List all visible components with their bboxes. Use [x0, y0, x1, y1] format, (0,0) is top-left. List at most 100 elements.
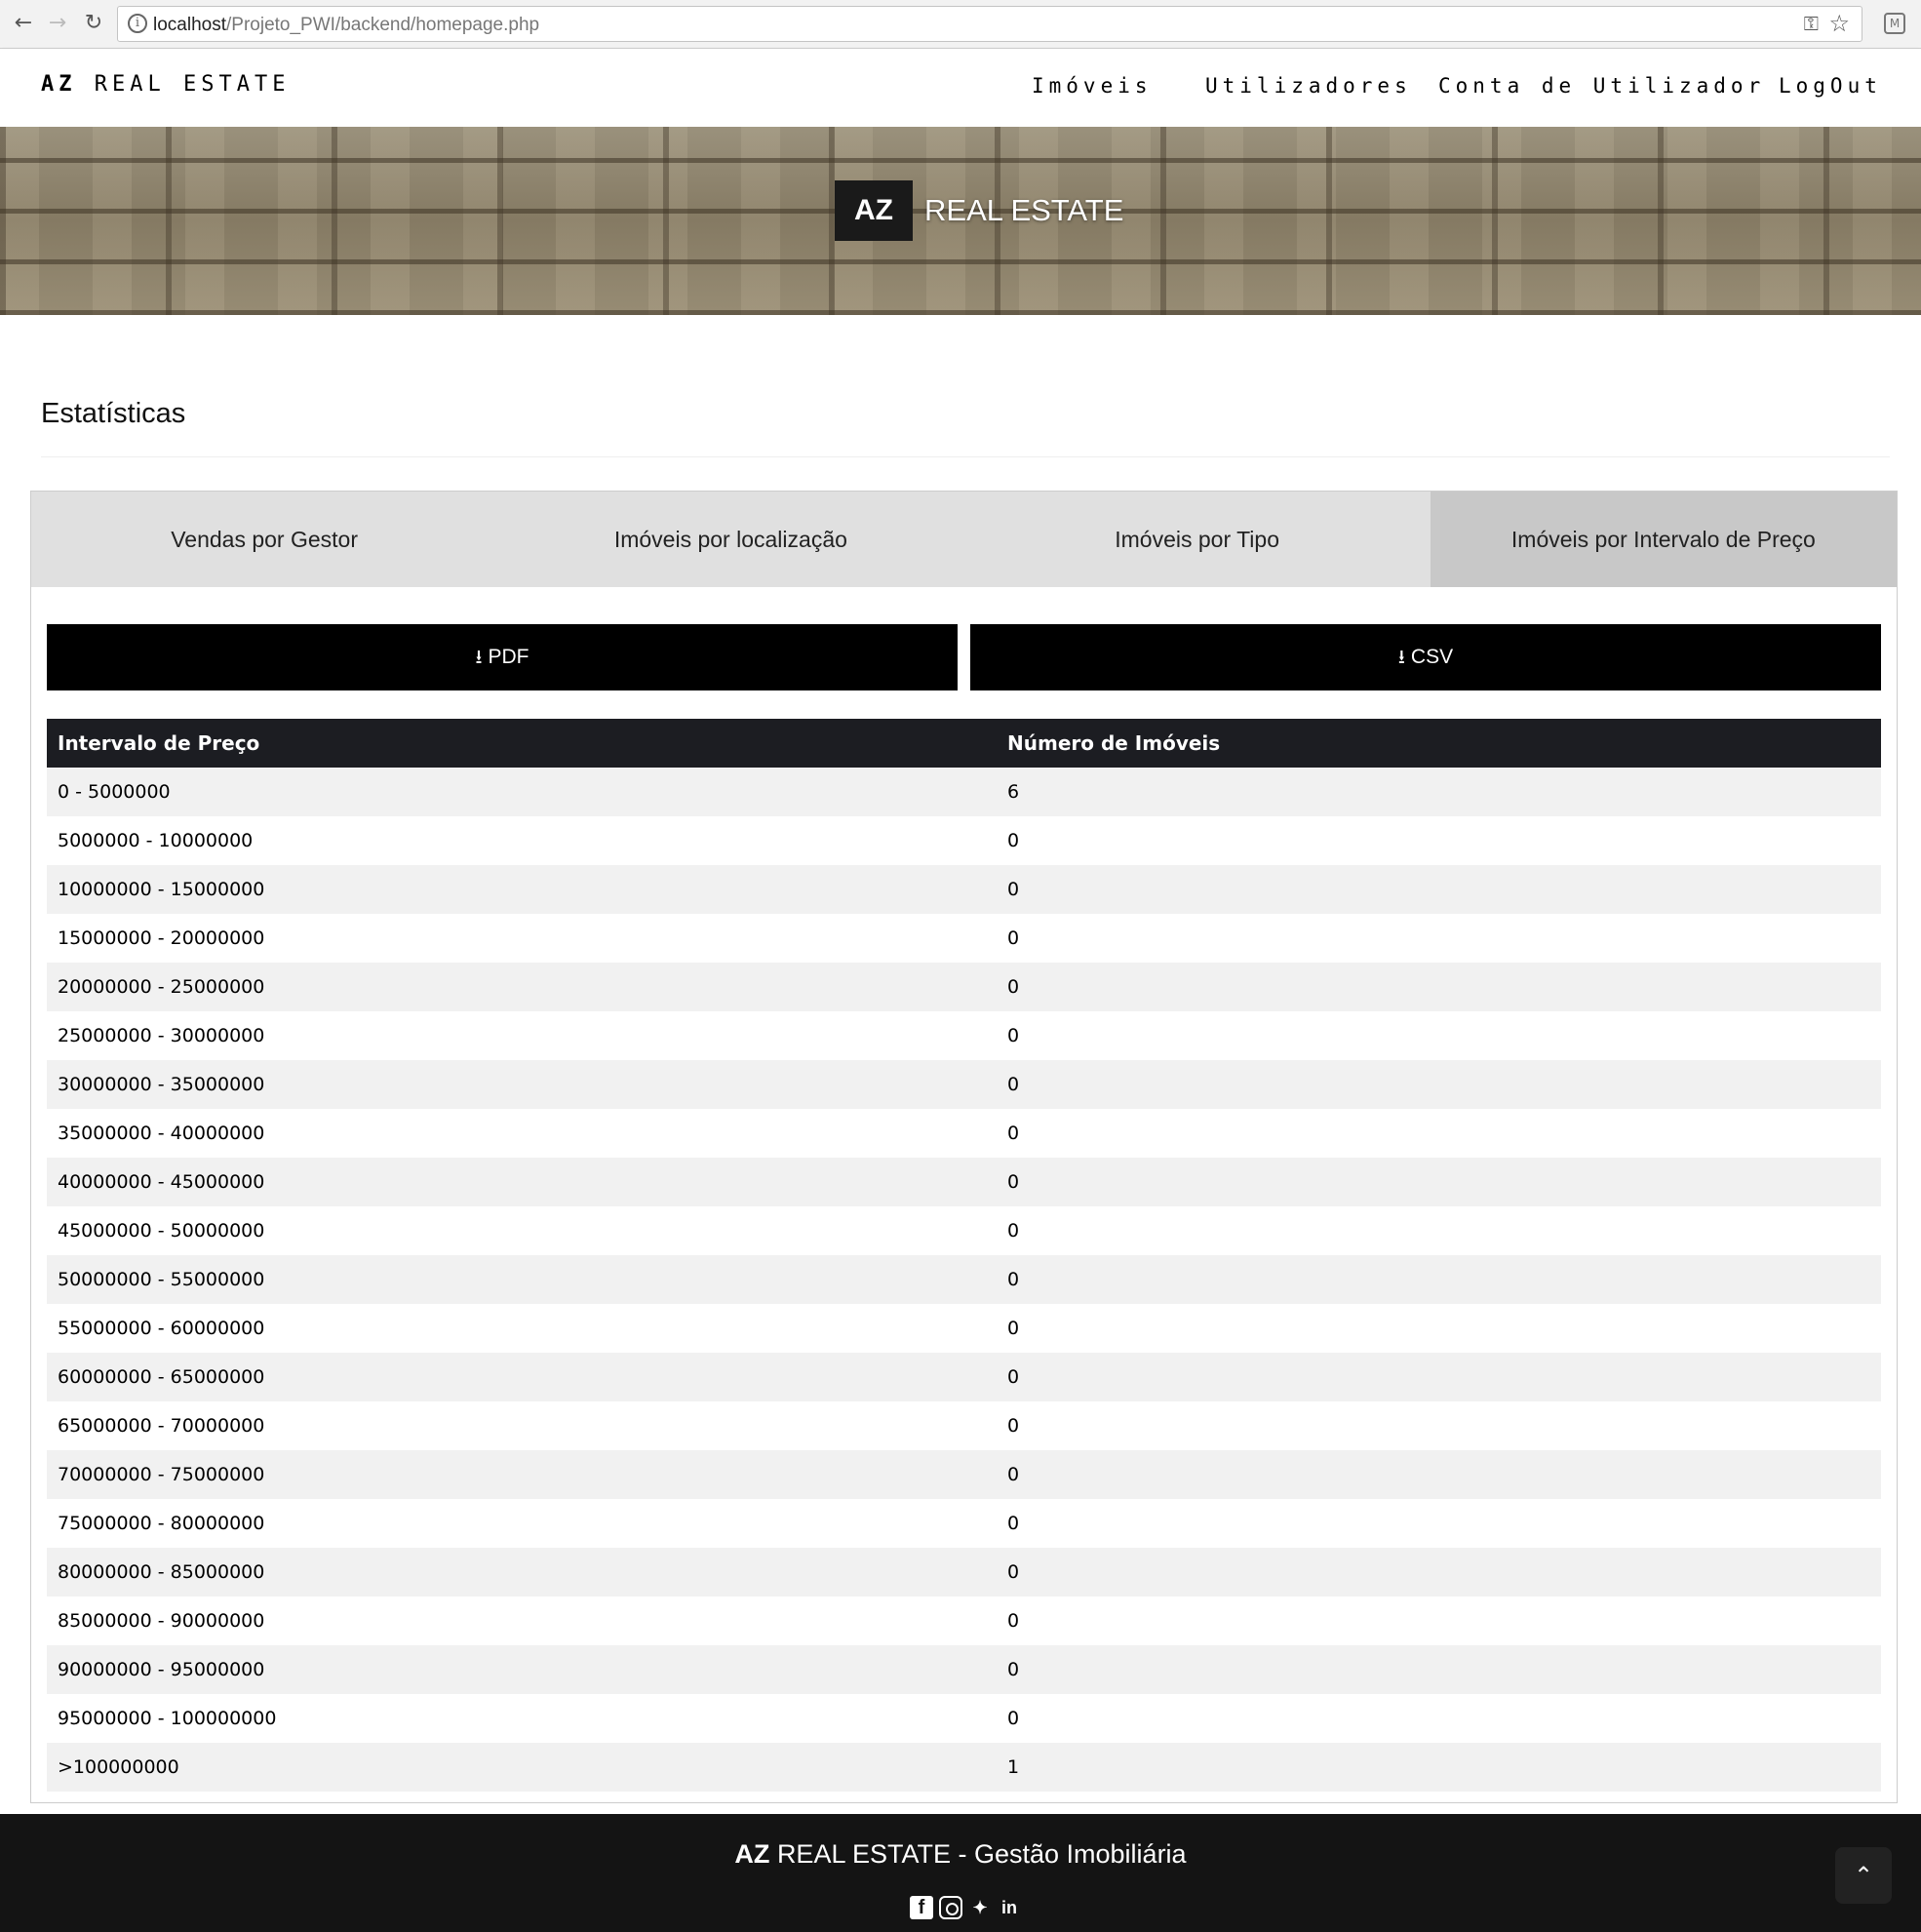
table-row: 0 - 5000000 6: [47, 768, 1881, 816]
export-csv-label: CSV: [1410, 646, 1454, 668]
export-pdf-label: PDF: [488, 646, 529, 668]
nav-item-logout[interactable]: LogOut: [1779, 74, 1882, 98]
hero-logo-text: REAL ESTATE: [924, 193, 1124, 227]
table-row: 40000000 - 45000000 0: [47, 1158, 1881, 1206]
tab-vendas-por-gestor[interactable]: Vendas por Gestor: [31, 492, 497, 587]
key-icon[interactable]: ⚿: [1804, 12, 1819, 35]
cell-property-count: 6: [1007, 781, 1020, 803]
title-divider: [41, 456, 1890, 457]
table-row: 50000000 - 55000000 0: [47, 1255, 1881, 1304]
hero-banner: AZ REAL ESTATE: [0, 127, 1921, 315]
cell-property-count: 0: [1007, 1561, 1020, 1583]
nav-item-conta[interactable]: Conta de Utilizador: [1438, 74, 1765, 98]
table-row: 15000000 - 20000000 0: [47, 914, 1881, 963]
table-row: 65000000 - 70000000 0: [47, 1401, 1881, 1450]
tab-imoveis-por-intervalo-preco[interactable]: Imóveis por Intervalo de Preço: [1430, 492, 1897, 587]
bookmark-star-icon[interactable]: ☆: [1828, 10, 1850, 37]
cell-property-count: 1: [1007, 1756, 1020, 1778]
cell-property-count: 0: [1007, 879, 1020, 900]
table-row: 25000000 - 30000000 0: [47, 1011, 1881, 1060]
forward-arrow-icon[interactable]: →: [44, 10, 71, 37]
cell-property-count: 0: [1007, 1220, 1020, 1242]
cell-property-count: 0: [1007, 1171, 1020, 1193]
export-csv-button[interactable]: ⭳ CSV: [970, 624, 1881, 690]
cell-property-count: 0: [1007, 1025, 1020, 1046]
price-range-table: Intervalo de Preço Número de Imóveis 0 -…: [47, 719, 1881, 1792]
table-header: Intervalo de Preço Número de Imóveis: [47, 719, 1881, 768]
header-numero: Número de Imóveis: [1007, 731, 1221, 755]
cell-price-range: 40000000 - 45000000: [58, 1171, 265, 1193]
table-row: 70000000 - 75000000 0: [47, 1450, 1881, 1499]
instagram-icon[interactable]: [939, 1896, 962, 1919]
tab-bar: Vendas por Gestor Imóveis por localizaçã…: [31, 492, 1897, 587]
tab-imoveis-por-localizacao[interactable]: Imóveis por localização: [497, 492, 963, 587]
table-row: 10000000 - 15000000 0: [47, 865, 1881, 914]
twitter-icon[interactable]: ✦: [968, 1896, 992, 1919]
cell-price-range: 35000000 - 40000000: [58, 1123, 265, 1144]
table-row: 30000000 - 35000000 0: [47, 1060, 1881, 1109]
table-body: 0 - 5000000 6 5000000 - 10000000 0 10000000 …: [47, 768, 1881, 1792]
extension-icon[interactable]: M: [1884, 13, 1905, 34]
info-icon[interactable]: i: [128, 14, 147, 33]
address-bar[interactable]: i localhost/Projeto_PWI/backend/homepage…: [117, 6, 1862, 42]
cell-property-count: 0: [1007, 927, 1020, 949]
cell-price-range: 80000000 - 85000000: [58, 1561, 265, 1583]
social-links: f ✦ in: [910, 1896, 1021, 1919]
cell-property-count: 0: [1007, 1318, 1020, 1339]
table-row: 45000000 - 50000000 0: [47, 1206, 1881, 1255]
hero-logo: AZ REAL ESTATE: [835, 180, 1123, 241]
download-icon: ⭳: [475, 647, 483, 668]
cell-property-count: 0: [1007, 1708, 1020, 1729]
cell-price-range: 45000000 - 50000000: [58, 1220, 265, 1242]
linkedin-icon[interactable]: in: [998, 1896, 1021, 1919]
cell-property-count: 0: [1007, 1123, 1020, 1144]
statistics-panel: Vendas por Gestor Imóveis por localizaçã…: [30, 491, 1898, 1803]
cell-property-count: 0: [1007, 1464, 1020, 1485]
cell-price-range: 70000000 - 75000000: [58, 1464, 265, 1485]
table-row: 95000000 - 100000000 0: [47, 1694, 1881, 1743]
cell-price-range: 85000000 - 90000000: [58, 1610, 265, 1632]
cell-price-range: 90000000 - 95000000: [58, 1659, 265, 1680]
browser-toolbar: ← → ↻ i localhost/Projeto_PWI/backend/ho…: [0, 0, 1921, 49]
export-pdf-button[interactable]: ⭳ PDF: [47, 624, 958, 690]
hero-logo-az: AZ: [835, 180, 913, 241]
page-title: Estatísticas: [41, 398, 186, 429]
tab-imoveis-por-tipo[interactable]: Imóveis por Tipo: [964, 492, 1431, 587]
table-row: 20000000 - 25000000 0: [47, 963, 1881, 1011]
table-row: 85000000 - 90000000 0: [47, 1597, 1881, 1645]
cell-property-count: 0: [1007, 830, 1020, 851]
table-row: 90000000 - 95000000 0: [47, 1645, 1881, 1694]
cell-property-count: 0: [1007, 1269, 1020, 1290]
reload-icon[interactable]: ↻: [80, 10, 107, 37]
cell-price-range: 10000000 - 15000000: [58, 879, 265, 900]
table-row: 5000000 - 10000000 0: [47, 816, 1881, 865]
cell-price-range: 75000000 - 80000000: [58, 1513, 265, 1534]
nav-item-utilizadores[interactable]: Utilizadores: [1205, 74, 1412, 98]
header-intervalo: Intervalo de Preço: [58, 731, 260, 755]
cell-price-range: >100000000: [58, 1756, 179, 1778]
back-arrow-icon[interactable]: ←: [10, 10, 37, 37]
table-row: 75000000 - 80000000 0: [47, 1499, 1881, 1548]
brand-logo[interactable]: AZ REAL ESTATE: [41, 72, 290, 97]
nav-item-imoveis[interactable]: Imóveis: [1032, 74, 1153, 98]
facebook-icon[interactable]: f: [910, 1896, 933, 1919]
top-navbar: AZ REAL ESTATE Imóveis Utilizadores Cont…: [0, 49, 1921, 127]
cell-price-range: 0 - 5000000: [58, 781, 171, 803]
address-url: localhost/Projeto_PWI/backend/homepage.p…: [153, 15, 540, 35]
footer-title: AZ REAL ESTATE - Gestão Imobiliária: [734, 1839, 1187, 1869]
cell-property-count: 0: [1007, 1513, 1020, 1534]
table-row: 55000000 - 60000000 0: [47, 1304, 1881, 1353]
cell-price-range: 50000000 - 55000000: [58, 1269, 265, 1290]
download-icon: ⭳: [1397, 647, 1405, 668]
cell-price-range: 55000000 - 60000000: [58, 1318, 265, 1339]
footer: AZ REAL ESTATE - Gestão Imobiliária f ✦ …: [0, 1814, 1921, 1932]
cell-price-range: 25000000 - 30000000: [58, 1025, 265, 1046]
cell-price-range: 60000000 - 65000000: [58, 1366, 265, 1388]
cell-price-range: 65000000 - 70000000: [58, 1415, 265, 1437]
cell-price-range: 20000000 - 25000000: [58, 976, 265, 998]
cell-property-count: 0: [1007, 1415, 1020, 1437]
cell-property-count: 0: [1007, 1610, 1020, 1632]
cell-property-count: 0: [1007, 976, 1020, 998]
cell-price-range: 15000000 - 20000000: [58, 927, 265, 949]
scroll-to-top-button[interactable]: ⌃: [1835, 1847, 1892, 1904]
